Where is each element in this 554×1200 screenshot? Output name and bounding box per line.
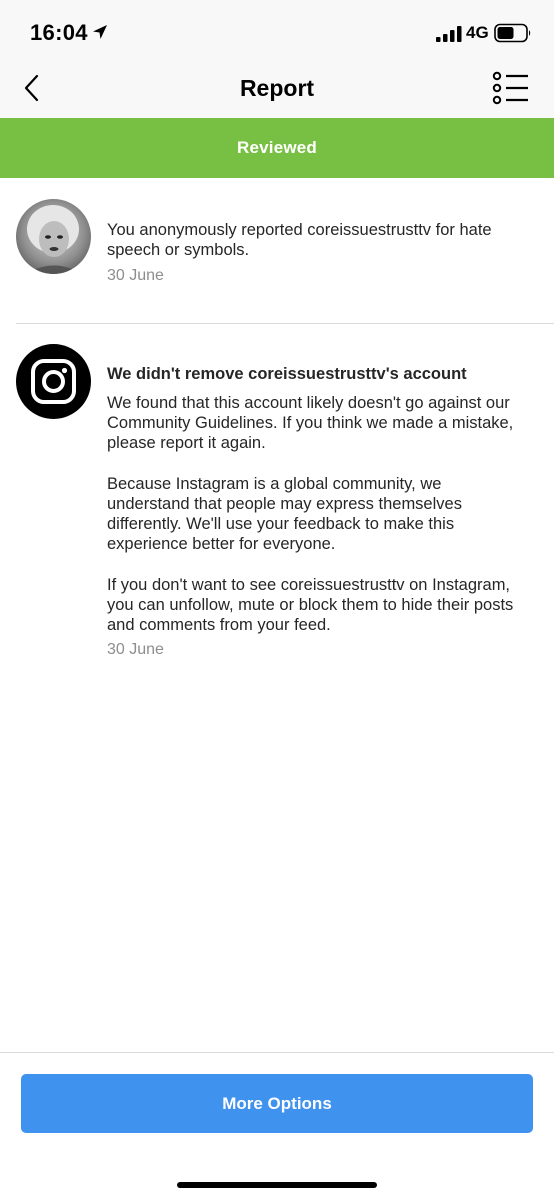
- decision-para2-line2: understand that people may express thems…: [107, 495, 462, 513]
- report-message-line1: You anonymously reported coreissuestrust…: [107, 221, 492, 239]
- reviewed-label: Reviewed: [236, 138, 318, 157]
- status-time: 16:04: [30, 20, 88, 45]
- page-title: Report: [239, 75, 315, 101]
- home-indicator[interactable]: [177, 1182, 377, 1188]
- instagram-logo-icon: [16, 344, 91, 419]
- avatar: [16, 199, 91, 274]
- battery-icon: [494, 23, 531, 43]
- avatar-image: [26, 205, 82, 274]
- network-type: 4G: [466, 23, 489, 42]
- decision-para1-line1: We found that this account likely doesn'…: [107, 394, 510, 412]
- decision-para3-line3: and comments from your feed.: [107, 616, 331, 634]
- decision-para1-line2: Community Guidelines. If you think we ma…: [107, 414, 514, 432]
- footer-divider: [0, 1052, 554, 1053]
- decision-item: We didn't remove coreissuestrusttv's acc…: [0, 324, 554, 684]
- decision-para2-line4: experience better for everyone.: [107, 535, 336, 553]
- reviewed-banner: Reviewed: [0, 118, 554, 178]
- decision-para1-line3: please report it again.: [107, 434, 266, 452]
- report-item: You anonymously reported coreissuestrust…: [0, 178, 554, 323]
- report-date: 30 June: [107, 267, 164, 284]
- decision-para3-line2: you can unfollow, mute or block them to …: [107, 596, 514, 614]
- cellular-signal-icon: [436, 26, 462, 42]
- decision-para2-line3: differently. We'll use your feedback to …: [107, 515, 455, 533]
- status-bar: 16:04 4G: [0, 0, 554, 62]
- decision-para3-line1: If you don't want to see coreissuestrust…: [107, 576, 511, 594]
- decision-title: We didn't remove coreissuestrusttv's acc…: [107, 365, 467, 383]
- nav-bar: Report: [0, 62, 554, 118]
- list-options-icon[interactable]: [490, 70, 532, 106]
- location-arrow-icon: [93, 25, 107, 39]
- decision-para2-line1: Because Instagram is a global community,…: [107, 475, 442, 493]
- decision-date: 30 June: [107, 641, 164, 658]
- more-options-button[interactable]: More Options: [21, 1074, 533, 1133]
- report-message-line2: speech or symbols.: [107, 241, 250, 259]
